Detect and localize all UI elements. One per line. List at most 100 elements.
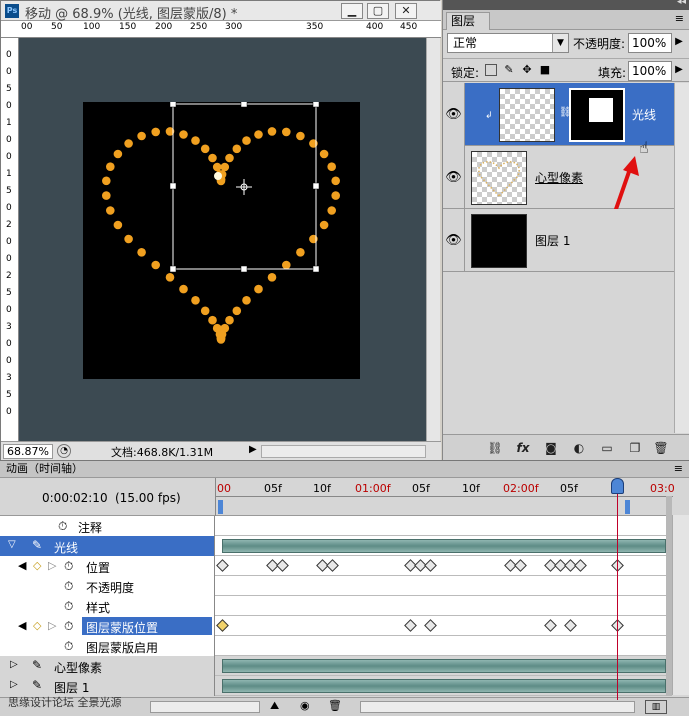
layers-scrollbar[interactable] <box>674 83 689 433</box>
keyframe[interactable] <box>564 619 577 632</box>
zoom-field[interactable]: 68.87% <box>3 444 53 459</box>
layer-row-heart[interactable]: 👁 心型像素 ☝ <box>443 138 674 213</box>
track-position[interactable]: ◀ ◇ ▷ ⏱ 位置 <box>0 556 672 576</box>
link-layers-icon[interactable]: ⛓ <box>487 440 503 456</box>
layer-thumbnail[interactable] <box>471 151 527 205</box>
document-canvas[interactable] <box>83 100 360 379</box>
track-layer-heart[interactable]: ▷ ✎ 心型像素 <box>0 656 672 676</box>
track-layer-1[interactable]: ▷ ✎ 图层 1 <box>0 676 672 696</box>
minimize-button[interactable]: ▁ <box>341 3 363 19</box>
convert-frames-icon[interactable]: ▥ <box>645 700 667 714</box>
timeline-horizontal-scrollbar[interactable] <box>360 701 635 713</box>
prev-keyframe-icon[interactable]: ◀ <box>18 619 26 632</box>
new-group-icon[interactable]: ▭ <box>599 440 615 456</box>
stopwatch-icon[interactable]: ⏱ <box>64 599 73 614</box>
keyframe[interactable] <box>514 559 527 572</box>
new-layer-icon[interactable]: ❐ <box>627 440 643 456</box>
work-area-end-handle[interactable] <box>625 500 630 514</box>
status-menu-arrow-icon[interactable]: ▶ <box>249 444 257 455</box>
trash-icon[interactable]: 🗑 <box>653 440 669 456</box>
mountain-icon[interactable]: ⛰ <box>270 699 279 713</box>
layer-name[interactable]: 光线 <box>632 106 656 123</box>
lock-transparent-icon[interactable] <box>485 64 497 76</box>
layer-name[interactable]: 心型像素 <box>535 169 583 186</box>
lock-brush-icon[interactable]: ✎ <box>503 64 515 76</box>
keyframe[interactable] <box>276 559 289 572</box>
panel-menu-icon[interactable]: ≡ <box>675 12 684 25</box>
expand-triangle-icon[interactable]: ▷ <box>10 659 18 670</box>
document-vertical-scrollbar[interactable] <box>426 38 440 441</box>
track-mask-position[interactable]: ◀ ◇ ▷ ⏱ 图层蒙版位置 <box>0 616 672 636</box>
layers-footer: ⛓ fx ◙ ◐ ▭ ❐ 🗑 <box>443 434 689 460</box>
add-keyframe-icon[interactable]: ◇ <box>33 559 41 572</box>
stopwatch-icon[interactable]: ⏱ <box>58 519 67 534</box>
adjustment-layer-icon[interactable]: ◐ <box>571 440 587 456</box>
document-horizontal-scrollbar[interactable] <box>261 445 426 458</box>
expand-triangle-icon[interactable]: ▽ <box>8 539 16 550</box>
panel-dock-strip[interactable]: ◂◂ <box>443 0 689 10</box>
keyframe[interactable] <box>544 619 557 632</box>
eye-icon[interactable]: 👁 <box>443 146 465 209</box>
panel-menu-icon[interactable]: ≡ <box>674 462 683 475</box>
status-info-icon[interactable]: ◔ <box>57 444 71 458</box>
layer-mask-thumbnail[interactable] <box>569 88 625 142</box>
layer-thumbnail[interactable] <box>471 214 527 268</box>
layer-thumbnail[interactable] <box>499 88 555 142</box>
eye-icon[interactable]: 👁 <box>443 209 465 272</box>
keyframe[interactable] <box>404 619 417 632</box>
ruler-horizontal[interactable]: 00 50 100 150 200 250 300 350 400 450 <box>1 21 441 38</box>
stopwatch-icon[interactable]: ⏱ <box>64 579 73 594</box>
tab-layers[interactable]: 图层 <box>446 12 490 30</box>
keyframe[interactable] <box>574 559 587 572</box>
eye-icon[interactable]: 👁 <box>443 83 465 146</box>
keyframe[interactable] <box>216 619 229 632</box>
layer-duration-bar[interactable] <box>222 659 666 673</box>
collapse-icon[interactable]: ◂◂ <box>677 0 686 7</box>
lock-all-icon[interactable]: ■ <box>539 64 551 76</box>
next-keyframe-icon[interactable]: ▷ <box>48 619 56 632</box>
lock-move-icon[interactable]: ✥ <box>521 64 533 76</box>
expand-triangle-icon[interactable]: ▷ <box>10 679 18 690</box>
stopwatch-icon[interactable]: ⏱ <box>64 559 73 574</box>
next-keyframe-icon[interactable]: ▷ <box>48 559 56 572</box>
stopwatch-icon[interactable]: ⏱ <box>64 619 73 634</box>
timeline-ruler[interactable]: 00 05f 10f 01:00f 05f 10f 02:00f 05f 10f… <box>215 478 675 516</box>
opacity-slider-arrow-icon[interactable]: ▶ <box>672 33 686 53</box>
trash-icon[interactable]: 🗑 <box>328 699 342 712</box>
zoom-slider[interactable] <box>150 701 260 713</box>
stopwatch-icon[interactable]: ⏱ <box>64 639 73 654</box>
playhead-handle[interactable] <box>611 478 624 494</box>
layer-name[interactable]: 图层 1 <box>535 232 570 249</box>
track-opacity[interactable]: ⏱ 不透明度 <box>0 576 672 596</box>
fill-slider-arrow-icon[interactable]: ▶ <box>672 61 686 81</box>
track-mask-enable[interactable]: ⏱ 图层蒙版启用 <box>0 636 672 656</box>
opacity-field[interactable]: 100% <box>628 33 672 53</box>
keyframe[interactable] <box>424 559 437 572</box>
track-style[interactable]: ⏱ 样式 <box>0 596 672 616</box>
prev-keyframe-icon[interactable]: ◀ <box>18 559 26 572</box>
close-button[interactable]: ✕ <box>395 3 417 19</box>
animation-scrollbar[interactable] <box>672 515 689 695</box>
keyframe[interactable] <box>216 559 229 572</box>
blend-mode-select[interactable]: 正常 ▼ <box>447 33 569 53</box>
blend-mode-value: 正常 <box>453 36 478 50</box>
layer-duration-bar[interactable] <box>222 539 666 553</box>
layer-duration-bar[interactable] <box>222 679 666 693</box>
onion-skin-icon[interactable]: ◉ <box>300 699 310 712</box>
ruler-vertical[interactable]: 0 0 5 0 1 0 0 1 5 0 2 0 0 2 5 0 3 0 0 3 5 0 <box>1 38 19 441</box>
layer-row-layer1[interactable]: 👁 图层 1 <box>443 209 674 272</box>
maximize-button[interactable]: ▢ <box>367 3 389 19</box>
layer-row-light[interactable]: 👁 ↲ ⛓ 光线 <box>443 83 674 146</box>
document-title-bar[interactable]: Ps 移动 @ 68.9% (光线, 图层蒙版/8) * ▁ ▢ ✕ <box>1 1 441 22</box>
fill-field[interactable]: 100% <box>628 61 672 81</box>
work-area-start-handle[interactable] <box>218 500 223 514</box>
keyframe[interactable] <box>326 559 339 572</box>
add-mask-icon[interactable]: ◙ <box>543 440 559 456</box>
track-comment[interactable]: ⏱ 注释 <box>0 516 672 536</box>
track-layer-light[interactable]: ▽ ✎ 光线 <box>0 536 672 556</box>
tab-animation[interactable]: 动画（时间轴） <box>2 461 87 478</box>
add-keyframe-icon[interactable]: ◇ <box>33 619 41 632</box>
keyframe[interactable] <box>424 619 437 632</box>
fx-icon[interactable]: fx <box>515 440 531 456</box>
current-time[interactable]: 0:00:02:10 <box>42 491 108 505</box>
